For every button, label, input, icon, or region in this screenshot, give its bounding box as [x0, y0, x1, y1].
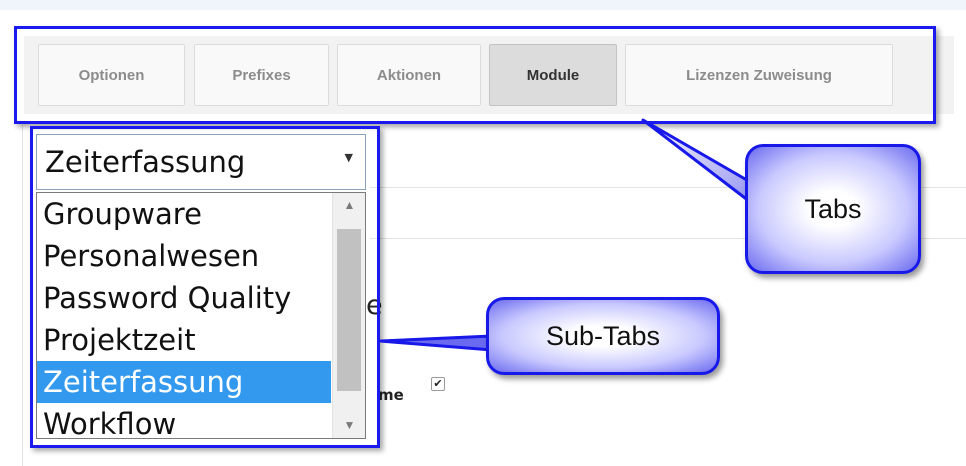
- tabs-callout: Tabs: [745, 144, 921, 274]
- tabs-callout-label: Tabs: [804, 193, 862, 224]
- subtabs-callout-label: Sub-Tabs: [545, 320, 661, 351]
- subtabs-callout: Sub-Tabs: [486, 297, 720, 375]
- subtabs-callout-tail: [378, 334, 494, 352]
